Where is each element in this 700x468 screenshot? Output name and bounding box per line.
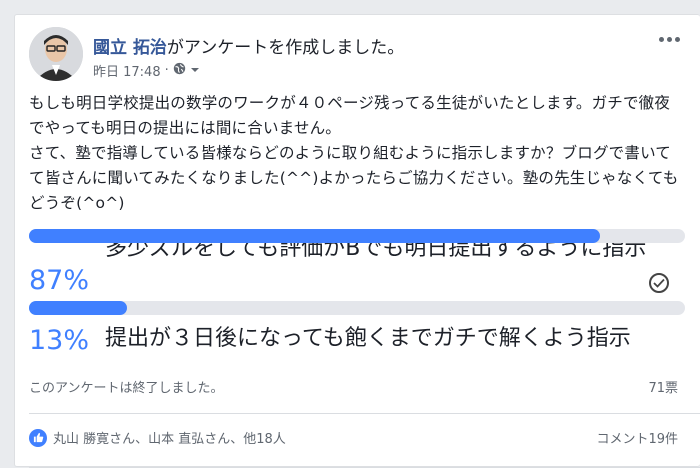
post-meta: 昨日 17:48 · bbox=[93, 61, 200, 80]
poll-status: このアンケートは終了しました。 bbox=[29, 381, 224, 396]
poll-option-text: 多少ズルをしても評価がBでも明日提出するように指示 bbox=[105, 243, 647, 261]
poll-option-2[interactable]: 13% 提出が３日後になっても飽くまでガチで解くよう指示 bbox=[29, 301, 689, 361]
poll-option-percent: 13% bbox=[29, 325, 90, 356]
poll-option-percent: 87% bbox=[29, 265, 90, 296]
author-avatar[interactable] bbox=[29, 27, 83, 81]
more-options-button[interactable] bbox=[659, 37, 680, 42]
privacy-dropdown-icon[interactable] bbox=[190, 63, 200, 78]
poll-post-card: 國立 拓治がアンケートを作成しました。 昨日 17:48 · もしも明日学校提出… bbox=[14, 14, 700, 468]
more-dot-icon bbox=[675, 37, 680, 42]
poll-bar-track bbox=[29, 229, 685, 243]
post-header: 國立 拓治がアンケートを作成しました。 bbox=[93, 33, 404, 58]
vote-count[interactable]: 71票 bbox=[648, 377, 678, 396]
avatar-photo bbox=[29, 27, 83, 81]
divider bbox=[29, 413, 700, 414]
poll-bar-track bbox=[29, 301, 685, 315]
comment-count[interactable]: コメント19件 bbox=[596, 428, 678, 447]
like-icon bbox=[29, 428, 47, 447]
more-dot-icon bbox=[667, 37, 672, 42]
post-action: がアンケートを作成しました。 bbox=[166, 38, 405, 58]
check-icon bbox=[649, 273, 669, 293]
reactions-summary[interactable]: 丸山 勝寛さん、山本 直弘さん、他18人 bbox=[29, 428, 286, 447]
more-dot-icon bbox=[659, 37, 664, 42]
globe-icon bbox=[173, 62, 186, 79]
poll-option-1[interactable]: 87% 多少ズルをしても評価がBでも明日提出するように指示 bbox=[29, 229, 689, 307]
poll-bar-fill bbox=[29, 229, 600, 243]
post-body: もしも明日学校提出の数学のワークが４０ページ残ってる生徒がいたとします。ガチで徹… bbox=[29, 94, 679, 212]
poll-bar-fill bbox=[29, 301, 128, 315]
author-name[interactable]: 國立 拓治 bbox=[93, 38, 167, 58]
meta-separator: · bbox=[164, 63, 169, 78]
poll-option-clip: 87% 多少ズルをしても評価がBでも明日提出するように指示 bbox=[29, 243, 689, 307]
poll-option-text: 提出が３日後になっても飽くまでガチで解くよう指示 bbox=[105, 326, 631, 351]
post-time[interactable]: 昨日 17:48 bbox=[93, 61, 161, 80]
likes-text: 丸山 勝寛さん、山本 直弘さん、他18人 bbox=[53, 432, 286, 447]
